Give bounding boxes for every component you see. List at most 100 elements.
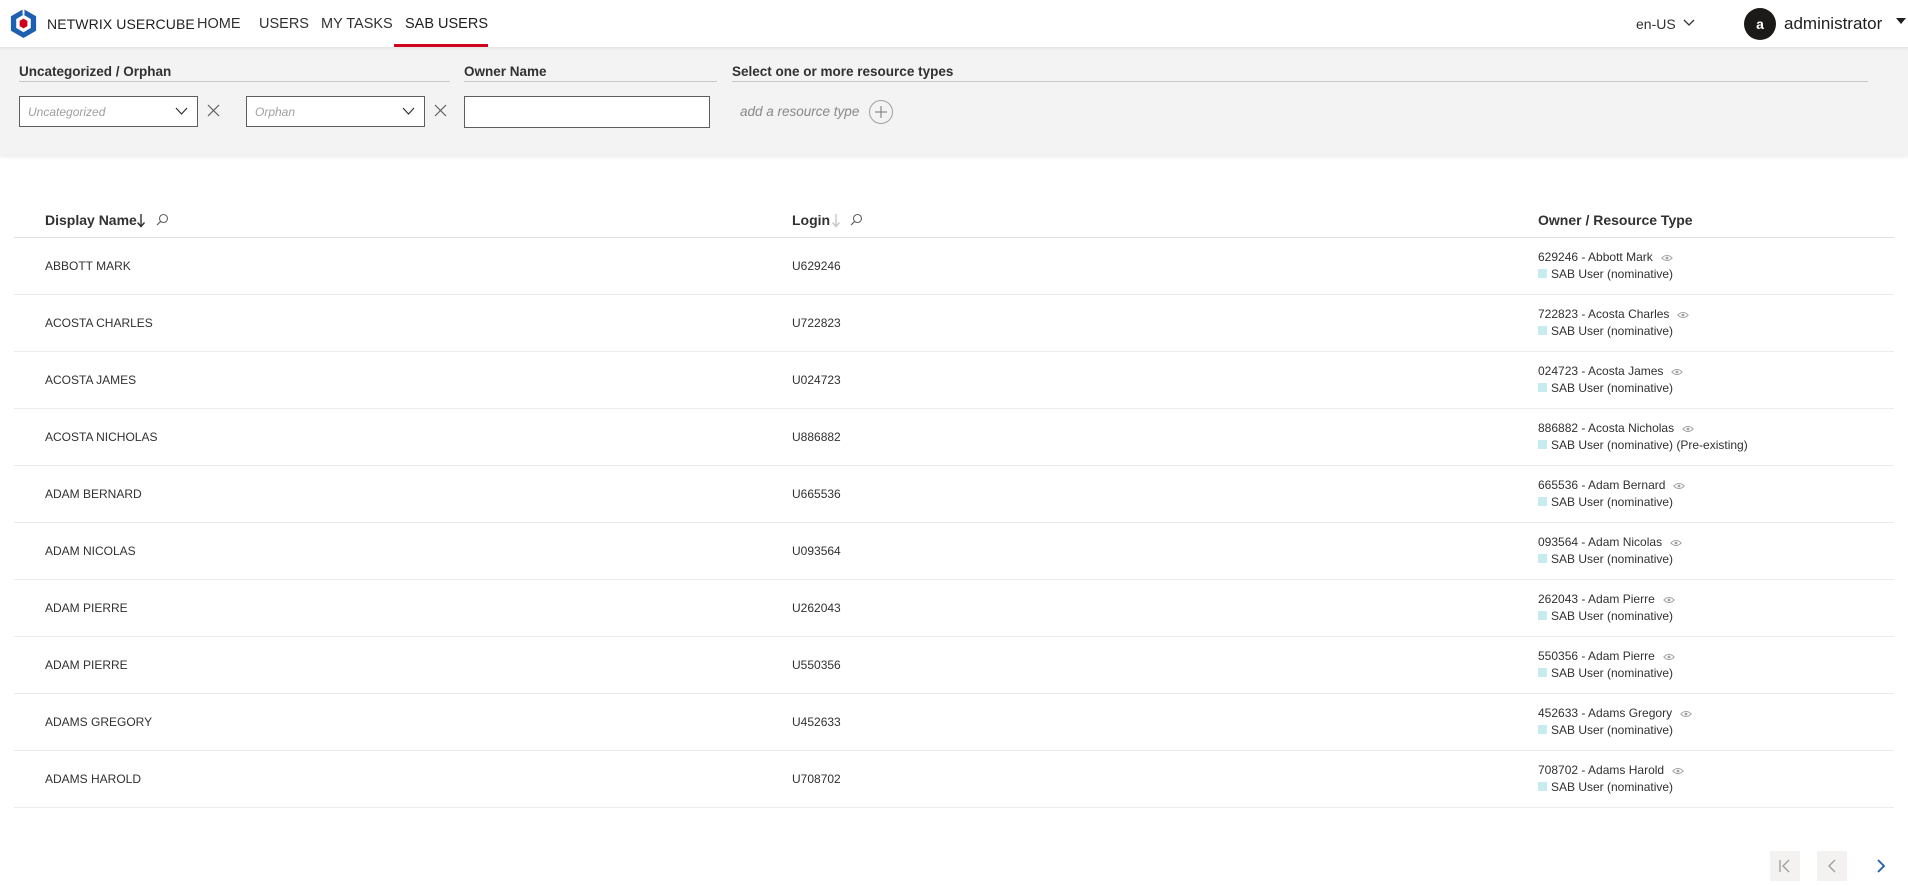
owner-name[interactable]: 708702 - Adams Harold (1538, 763, 1664, 777)
eye-icon[interactable] (1677, 311, 1690, 319)
display-name-cell: ABBOTT MARK (45, 259, 131, 273)
eye-icon[interactable] (1672, 767, 1684, 775)
resource-type-swatch (1538, 782, 1547, 791)
login-cell: U024723 (792, 373, 841, 387)
nav-users[interactable]: USERS (259, 16, 309, 32)
logo-icon[interactable] (8, 8, 39, 39)
table-row[interactable]: ADAMS GREGORY U452633 452633 - Adams Grego… (14, 694, 1894, 751)
nav-home[interactable]: HOME (197, 16, 241, 32)
avatar[interactable]: a (1744, 8, 1776, 40)
sort-arrow-icon[interactable] (831, 213, 841, 228)
owner-cell: 024723 - Acosta James (1538, 364, 1684, 378)
eye-icon[interactable] (1671, 368, 1684, 376)
plus-icon (875, 106, 887, 118)
table-row[interactable]: ACOSTA CHARLES U722823 722823 - Acosta Cha… (14, 295, 1894, 352)
owner-cell: 093564 - Adam Nicolas (1538, 535, 1682, 549)
eye-icon[interactable] (1660, 254, 1673, 262)
search-icon[interactable] (850, 213, 863, 226)
display-name-cell: ADAM NICOLAS (45, 544, 136, 558)
owner-cell: 262043 - Adam Pierre (1538, 592, 1675, 606)
table-row[interactable]: ADAM PIERRE U550356 550356 - Adam Pierre SA… (14, 637, 1894, 694)
owner-name[interactable]: 629246 - Abbott Mark (1538, 250, 1653, 264)
owner-name[interactable]: 722823 - Acosta Charles (1538, 307, 1669, 321)
dropdown-placeholder: Uncategorized (28, 105, 106, 119)
column-display-name[interactable]: Display Name (45, 212, 137, 228)
resource-type-swatch (1538, 383, 1547, 392)
language-selector[interactable]: en-US (1636, 16, 1676, 32)
search-icon[interactable] (156, 213, 169, 226)
divider (732, 81, 1868, 82)
owner-name[interactable]: 262043 - Adam Pierre (1538, 592, 1655, 606)
table-row[interactable]: ADAM NICOLAS U093564 093564 - Adam Nicolas… (14, 523, 1894, 580)
chevron-down-icon[interactable] (1683, 17, 1695, 27)
table-row[interactable]: ADAMS HAROLD U708702 708702 - Adams Harold… (14, 751, 1894, 808)
display-name-cell: ADAM BERNARD (45, 487, 142, 501)
owner-name[interactable]: 024723 - Acosta James (1538, 364, 1663, 378)
resource-type-label: SAB User (nominative) (1551, 609, 1674, 623)
display-name-cell: ACOSTA CHARLES (45, 316, 153, 330)
active-nav-indicator (394, 44, 488, 47)
first-page-button[interactable] (1770, 851, 1800, 881)
owner-name-label: Owner Name (464, 64, 547, 79)
login-cell: U722823 (792, 316, 841, 330)
owner-name[interactable]: 550356 - Adam Pierre (1538, 649, 1655, 663)
table-row[interactable]: ABBOTT MARK U629246 629246 - Abbott Mark SA… (14, 238, 1894, 295)
first-page-icon (1779, 859, 1790, 873)
column-login[interactable]: Login (792, 212, 830, 228)
divider (464, 81, 717, 82)
resource-type-cell: SAB User (nominative) (1538, 609, 1673, 623)
dropdown-placeholder: Orphan (255, 105, 296, 119)
resource-type-swatch (1538, 554, 1547, 563)
resource-type-label: SAB User (nominative) (1551, 495, 1674, 509)
eye-icon[interactable] (1662, 653, 1675, 661)
previous-page-button[interactable] (1817, 851, 1847, 881)
close-icon[interactable] (434, 104, 447, 117)
owner-name[interactable]: 665536 - Adam Bernard (1538, 478, 1665, 492)
owner-name[interactable]: 093564 - Adam Nicolas (1538, 535, 1662, 549)
resource-type-cell: SAB User (nominative) (1538, 723, 1673, 737)
resource-type-swatch (1538, 269, 1547, 278)
owner-name[interactable]: 452633 - Adams Gregory (1538, 706, 1672, 720)
add-resource-type-link[interactable]: add a resource type (740, 104, 859, 119)
sort-arrow-icon[interactable] (136, 213, 146, 228)
close-icon[interactable] (207, 104, 220, 117)
eye-icon[interactable] (1670, 539, 1682, 547)
eye-icon[interactable] (1662, 596, 1675, 604)
eye-icon[interactable] (1682, 425, 1694, 433)
resource-type-cell: SAB User (nominative) (1538, 666, 1673, 680)
resource-type-swatch (1538, 440, 1547, 449)
owner-name-input[interactable] (464, 96, 710, 128)
display-name-cell: ADAM PIERRE (45, 658, 128, 672)
eye-icon[interactable] (1673, 482, 1686, 490)
resource-type-label: SAB User (nominative) (1551, 267, 1674, 281)
nav-my-tasks[interactable]: MY TASKS (321, 16, 393, 32)
orphan-dropdown[interactable]: Orphan (246, 96, 425, 127)
owner-name[interactable]: 886882 - Acosta Nicholas (1538, 421, 1674, 435)
chevron-down-icon (402, 107, 415, 115)
resource-type-label: SAB User (nominative) (Pre-existing) (1551, 438, 1748, 452)
login-cell: U452633 (792, 715, 841, 729)
add-resource-type-button[interactable] (869, 100, 893, 124)
owner-cell: 550356 - Adam Pierre (1538, 649, 1675, 663)
resource-type-label: SAB User (nominative) (1551, 381, 1674, 395)
table-row[interactable]: ACOSTA NICHOLAS U886882 886882 - Acosta Ni… (14, 409, 1894, 466)
next-page-icon (1877, 859, 1886, 873)
uncategorized-dropdown[interactable]: Uncategorized (19, 96, 198, 127)
table-row[interactable]: ADAM BERNARD U665536 665536 - Adam Bernard… (14, 466, 1894, 523)
divider (19, 81, 450, 82)
table-row[interactable]: ADAM PIERRE U262043 262043 - Adam Pierre SA… (14, 580, 1894, 637)
owner-cell: 629246 - Abbott Mark (1538, 250, 1673, 264)
next-page-button[interactable] (1866, 851, 1896, 881)
resource-type-label: SAB User (nominative) (1551, 723, 1674, 737)
owner-cell: 708702 - Adams Harold (1538, 763, 1684, 777)
owner-cell: 886882 - Acosta Nicholas (1538, 421, 1694, 435)
login-cell: U629246 (792, 259, 841, 273)
display-name-cell: ACOSTA NICHOLAS (45, 430, 158, 444)
login-cell: U665536 (792, 487, 841, 501)
caret-down-icon[interactable] (1896, 17, 1906, 25)
eye-icon[interactable] (1680, 710, 1692, 718)
user-name[interactable]: administrator (1784, 14, 1882, 34)
resource-type-swatch (1538, 497, 1547, 506)
nav-sab-users[interactable]: SAB USERS (405, 16, 488, 32)
table-row[interactable]: ACOSTA JAMES U024723 024723 - Acosta James… (14, 352, 1894, 409)
